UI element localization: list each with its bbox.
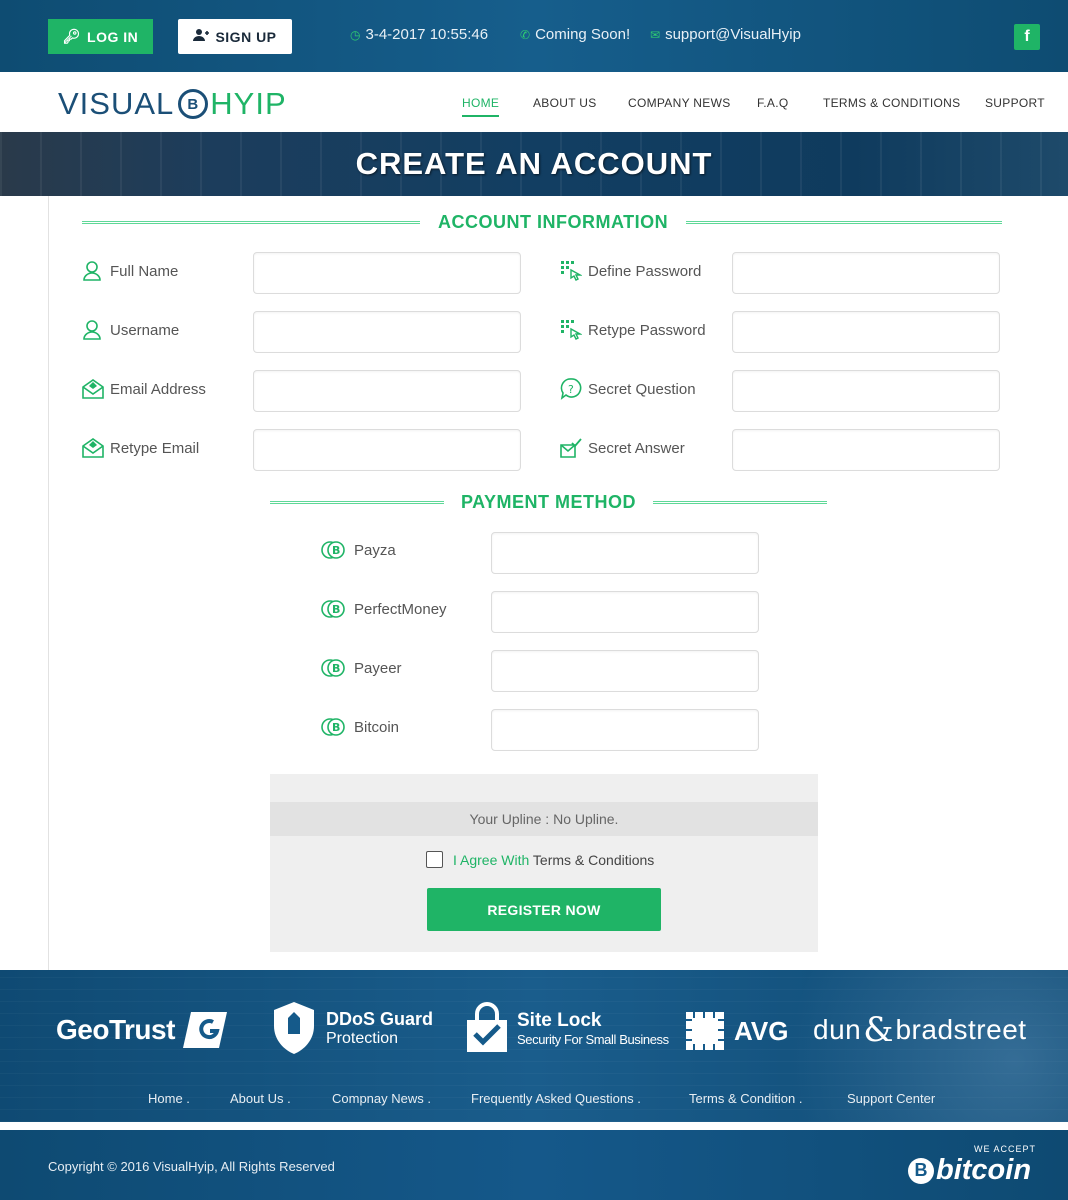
open-envelope-icon <box>82 438 104 458</box>
bitcoin-coin-icon: B <box>321 718 345 736</box>
username-label: Username <box>82 319 179 341</box>
secret-question-label: ? Secret Question <box>560 378 696 400</box>
email-address-input[interactable] <box>253 370 521 412</box>
add-user-icon <box>193 28 210 45</box>
payza-label: B Payza <box>320 539 396 561</box>
perfectmoney-label: B PerfectMoney <box>320 598 447 620</box>
avg-logo-icon <box>686 1012 724 1050</box>
upline-info: Your Upline : No Upline. <box>270 802 818 836</box>
logo[interactable]: VISUAL B HYIP <box>58 86 287 122</box>
lock-check-icon <box>467 1002 507 1052</box>
svg-text:B: B <box>332 603 340 616</box>
bitcoin-coin-icon: B <box>321 600 345 618</box>
nav-support[interactable]: SUPPORT <box>985 96 1045 110</box>
retype-password-label: Retype Password <box>560 319 706 341</box>
shield-icon <box>274 1002 314 1054</box>
retype-email-label: Retype Email <box>82 437 199 459</box>
secret-answer-input[interactable] <box>732 429 1000 471</box>
full-name-label: Full Name <box>82 260 178 282</box>
mail-check-icon <box>560 438 582 458</box>
payment-method-heading: PAYMENT METHOD <box>270 492 828 513</box>
geotrust-logo-icon <box>182 1012 227 1048</box>
page-banner: CREATE AN ACCOUNT <box>0 132 1068 196</box>
user-icon <box>83 320 101 340</box>
open-envelope-icon <box>82 379 104 399</box>
copyright-text: Copyright © 2016 VisualHyip, All Rights … <box>48 1159 335 1174</box>
bitcoin-coin-icon: B <box>321 541 345 559</box>
svg-text:B: B <box>332 721 340 734</box>
keypad-icon <box>561 261 582 281</box>
facebook-icon[interactable]: f <box>1014 24 1040 50</box>
heading-rule <box>270 501 444 504</box>
secret-question-input[interactable] <box>732 370 1000 412</box>
heading-rule <box>82 221 420 224</box>
nav-terms[interactable]: TERMS & CONDITIONS <box>823 96 960 110</box>
bitcoin-coin-icon: B <box>321 659 345 677</box>
payeer-input[interactable] <box>491 650 759 692</box>
datetime-info: ◷ 3-4-2017 10:55:46 <box>350 26 489 43</box>
sitelock-badge: Site Lock Security For Small Business <box>465 1002 669 1054</box>
bitcoin-label: B Bitcoin <box>320 716 399 738</box>
footer-link-home[interactable]: Home . <box>148 1091 190 1106</box>
dun-bradstreet-badge: dun & bradstreet <box>813 1010 1027 1050</box>
secret-answer-label: Secret Answer <box>560 437 685 459</box>
geotrust-badge: GeoTrust <box>56 1008 231 1052</box>
envelope-icon: ✉ <box>650 27 661 42</box>
full-name-input[interactable] <box>253 252 521 294</box>
login-button[interactable]: 🔑︎ LOG IN <box>48 19 153 54</box>
key-icon: 🔑︎ <box>62 28 82 44</box>
email-info[interactable]: ✉ support@VisualHyip <box>650 26 801 43</box>
keypad-icon <box>561 320 582 340</box>
perfectmoney-input[interactable] <box>491 591 759 633</box>
footer-link-support[interactable]: Support Center <box>847 1091 935 1106</box>
footer-link-about[interactable]: About Us . <box>230 1091 291 1106</box>
retype-password-input[interactable] <box>732 311 1000 353</box>
bitcoin-input[interactable] <box>491 709 759 751</box>
define-password-label: Define Password <box>560 260 701 282</box>
signup-button[interactable]: SIGN UP <box>178 19 292 54</box>
svg-text:B: B <box>332 662 340 675</box>
phone-icon: ✆ <box>520 27 531 42</box>
bitcoin-icon: B <box>908 1157 934 1184</box>
footer-link-faq[interactable]: Frequently Asked Questions . <box>471 1091 641 1106</box>
heading-rule <box>686 221 1003 224</box>
avg-badge: AVG <box>684 1010 788 1052</box>
username-input[interactable] <box>253 311 521 353</box>
nav-home[interactable]: HOME <box>462 96 500 117</box>
nav-about[interactable]: ABOUT US <box>533 96 597 110</box>
payeer-label: B Payeer <box>320 657 402 679</box>
phone-info: ✆ Coming Soon! <box>520 26 631 43</box>
page-title: CREATE AN ACCOUNT <box>355 146 713 181</box>
nav-company-news[interactable]: COMPANY NEWS <box>628 96 731 110</box>
agree-checkbox[interactable] <box>426 851 443 868</box>
user-icon <box>83 261 101 281</box>
payza-input[interactable] <box>491 532 759 574</box>
email-address-label: Email Address <box>82 378 206 400</box>
account-information-heading: ACCOUNT INFORMATION <box>82 212 1003 233</box>
footer-link-news[interactable]: Compnay News . <box>332 1091 431 1106</box>
bitcoin-coin-icon: B <box>178 89 209 119</box>
ddos-guard-badge: DDoS Guard Protection <box>270 1000 433 1056</box>
clock-icon: ◷ <box>350 27 361 42</box>
define-password-input[interactable] <box>732 252 1000 294</box>
footer-link-terms[interactable]: Terms & Condition . <box>689 1091 802 1106</box>
heading-rule <box>653 501 828 504</box>
question-bubble-icon: ? <box>560 378 582 400</box>
terms-link[interactable]: Terms & Conditions <box>533 852 654 868</box>
agree-terms-row: I Agree With Terms & Conditions <box>426 851 654 868</box>
svg-text:?: ? <box>568 383 574 396</box>
we-accept-bitcoin-badge: WE ACCEPT B bitcoin <box>908 1142 1040 1190</box>
ampersand-icon: & <box>863 1010 894 1050</box>
svg-text:B: B <box>332 544 340 557</box>
content-left-border <box>48 196 49 970</box>
footer-divider <box>0 1122 1068 1130</box>
nav-faq[interactable]: F.A.Q <box>757 96 789 110</box>
register-now-button[interactable]: REGISTER NOW <box>427 888 661 931</box>
retype-email-input[interactable] <box>253 429 521 471</box>
